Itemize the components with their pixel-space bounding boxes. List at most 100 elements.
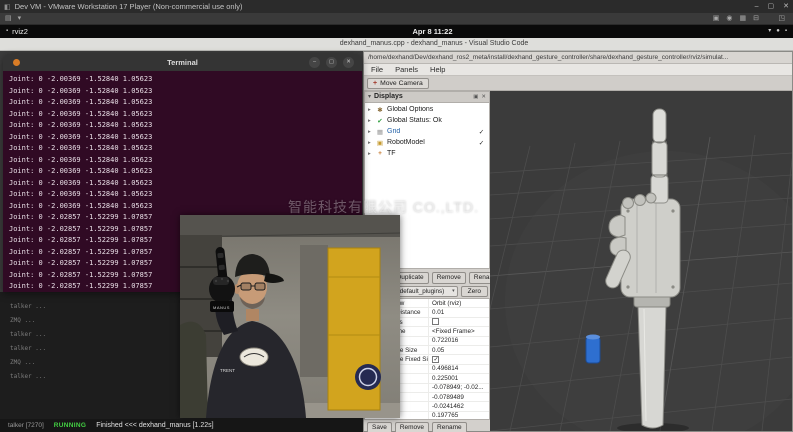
expand-icon[interactable]: ▸: [368, 151, 373, 157]
property-value[interactable]: [429, 318, 489, 325]
display-item[interactable]: ▸ ▦ Grid ✓: [365, 126, 489, 137]
display-type-icon: +: [376, 150, 384, 157]
display-enabled-checkbox[interactable]: ✓: [477, 139, 486, 147]
vmware-toolbar: ▤ ▾ ▣ ◉ ▦ ⊟ ◳: [0, 13, 793, 25]
property-value[interactable]: 0.225001: [429, 374, 489, 383]
property-value[interactable]: -0.0241462: [429, 402, 489, 411]
checkbox[interactable]: [432, 356, 439, 363]
zero-button[interactable]: Zero: [461, 286, 488, 297]
clock[interactable]: Apr 8 11:22: [0, 25, 793, 38]
close-icon[interactable]: ✕: [343, 57, 354, 68]
terminal-titlebar[interactable]: Terminal – ▢ ✕: [3, 54, 362, 71]
doorway: [300, 245, 328, 377]
panel-button[interactable]: Save: [367, 422, 392, 432]
terminal-line: Joint: 0 -2.00369 -1.52840 1.05623: [9, 178, 362, 190]
move-camera-button[interactable]: + Move Camera: [367, 78, 429, 89]
move-camera-icon: +: [373, 79, 377, 88]
rviz-window: /home/dexhand/Dev/dexhand_ros2_meta/inst…: [363, 51, 793, 432]
menu-item[interactable]: Help: [430, 64, 445, 75]
system-status-icon[interactable]: ●: [776, 25, 780, 38]
views-buttons: SaveRemoveRename: [367, 422, 467, 432]
vscode-statusbar: talker [7270] RUNNING Finished <<< dexha…: [0, 419, 363, 432]
display-type-icon: ▦: [376, 128, 384, 136]
rviz-window-title: /home/dexhand/Dev/dexhand_ros2_meta/inst…: [368, 54, 728, 61]
terminal-menu-icon[interactable]: [13, 59, 20, 66]
menu-item[interactable]: File: [371, 64, 383, 75]
property-value[interactable]: 0.01: [429, 308, 489, 317]
vm-device-icon[interactable]: ▣: [713, 13, 720, 24]
blue-cylinder-marker: [586, 335, 600, 364]
rviz-titlebar[interactable]: /home/dexhand/Dev/dexhand_ros2_meta/inst…: [364, 52, 792, 64]
webcam-overlay[interactable]: TRENT MANUS: [180, 215, 400, 418]
maximize-icon[interactable]: ▢: [326, 57, 337, 68]
player-menu-icon[interactable]: ▤: [5, 13, 12, 24]
panel-button[interactable]: Rename: [432, 422, 467, 432]
vm-device-icon[interactable]: ⊟: [753, 13, 759, 24]
panel-close-icon[interactable]: ✕: [481, 92, 486, 102]
close-icon[interactable]: ✕: [783, 0, 789, 13]
maximize-icon[interactable]: ▢: [768, 0, 775, 13]
terminal-title: Terminal: [167, 58, 198, 67]
yellow-cabinet: [328, 248, 381, 410]
display-item-label: Grid: [387, 128, 474, 135]
property-value[interactable]: 0.197765: [429, 411, 489, 420]
minimize-icon[interactable]: –: [755, 0, 759, 13]
index-finger-tip: [653, 109, 666, 143]
displays-panel-header[interactable]: ▾ Displays ▣ ✕: [364, 91, 490, 103]
display-type-icon: ✔: [376, 117, 384, 125]
expand-icon[interactable]: ▸: [368, 140, 373, 146]
forearm: [638, 305, 666, 428]
expand-icon[interactable]: ▸: [368, 129, 373, 135]
panel-button[interactable]: Remove: [432, 272, 466, 284]
vm-screen: ◧Dev VM - VMware Workstation 17 Player (…: [0, 0, 793, 432]
display-item[interactable]: ▸ ✔ Global Status: Ok: [365, 115, 489, 126]
vmware-window-title: Dev VM - VMware Workstation 17 Player (N…: [15, 2, 243, 11]
vmware-titlebar[interactable]: ◧Dev VM - VMware Workstation 17 Player (…: [0, 0, 793, 13]
property-value[interactable]: <Fixed Frame>: [429, 327, 489, 336]
rviz-toolbar: + Move Camera: [364, 76, 792, 91]
display-enabled-checkbox[interactable]: ✓: [477, 128, 486, 136]
property-value[interactable]: -0.0789489: [429, 393, 489, 402]
display-item[interactable]: ▸ + TF: [365, 148, 489, 159]
terminal-line: Joint: 0 -2.00369 -1.52840 1.05623: [9, 74, 362, 86]
terminal-line: Joint: 0 -2.00369 -1.52840 1.05623: [9, 86, 362, 98]
system-status-icon[interactable]: ▾: [768, 25, 771, 38]
status-running-badge: RUNNING: [54, 422, 86, 429]
status-message: Finished <<< dexhand_manus [1.22s]: [96, 422, 213, 429]
player-menu-caret-icon[interactable]: ▾: [18, 13, 22, 24]
status-target[interactable]: talker [7270]: [8, 422, 44, 429]
rviz-menubar: File Panels Help: [364, 64, 792, 76]
terminal-line: Joint: 0 -2.00369 -1.52840 1.05623: [9, 166, 362, 178]
system-status-icon[interactable]: ▪: [785, 25, 787, 38]
property-value[interactable]: 0.05: [429, 346, 489, 355]
collapse-icon[interactable]: ▾: [368, 92, 371, 102]
property-value[interactable]: 0.496814: [429, 364, 489, 373]
fullscreen-icon[interactable]: ◳: [778, 13, 785, 24]
terminal-line: Joint: 0 -2.00369 -1.52840 1.05623: [9, 201, 362, 213]
property-value[interactable]: Orbit (rviz): [429, 299, 489, 308]
webcam-video: TRENT MANUS: [180, 215, 400, 418]
panel-button[interactable]: Remove: [395, 422, 429, 432]
chevron-down-icon: ▾: [452, 287, 455, 296]
display-item-label: Global Options: [387, 106, 474, 113]
vm-device-icon[interactable]: ▦: [740, 13, 747, 24]
vscode-titlebar[interactable]: dexhand_manus.cpp - dexhand_manus - Visu…: [0, 38, 793, 51]
display-item[interactable]: ▸ ▣ RobotModel ✓: [365, 137, 489, 148]
vm-device-icon[interactable]: ◉: [726, 13, 732, 24]
display-item[interactable]: ▸ ✱ Global Options: [365, 104, 489, 115]
expand-icon[interactable]: ▸: [368, 107, 373, 113]
glove-brand-text: MANUS: [213, 305, 230, 310]
expand-icon[interactable]: ▸: [368, 118, 373, 124]
menu-item[interactable]: Panels: [395, 64, 418, 75]
display-type-icon: ✱: [376, 106, 384, 114]
property-value[interactable]: 0.722016: [429, 336, 489, 345]
property-value[interactable]: [429, 356, 489, 363]
viewport-canvas: [490, 91, 792, 431]
displays-panel-title: Displays: [374, 92, 403, 102]
terminal-line: Joint: 0 -2.00369 -1.52840 1.05623: [9, 189, 362, 201]
undock-icon[interactable]: ▣: [473, 92, 478, 102]
property-value[interactable]: -0.078949; -0.02...: [429, 383, 489, 392]
minimize-icon[interactable]: –: [309, 57, 320, 68]
checkbox[interactable]: [432, 318, 439, 325]
rviz-3d-viewport[interactable]: [490, 91, 792, 431]
